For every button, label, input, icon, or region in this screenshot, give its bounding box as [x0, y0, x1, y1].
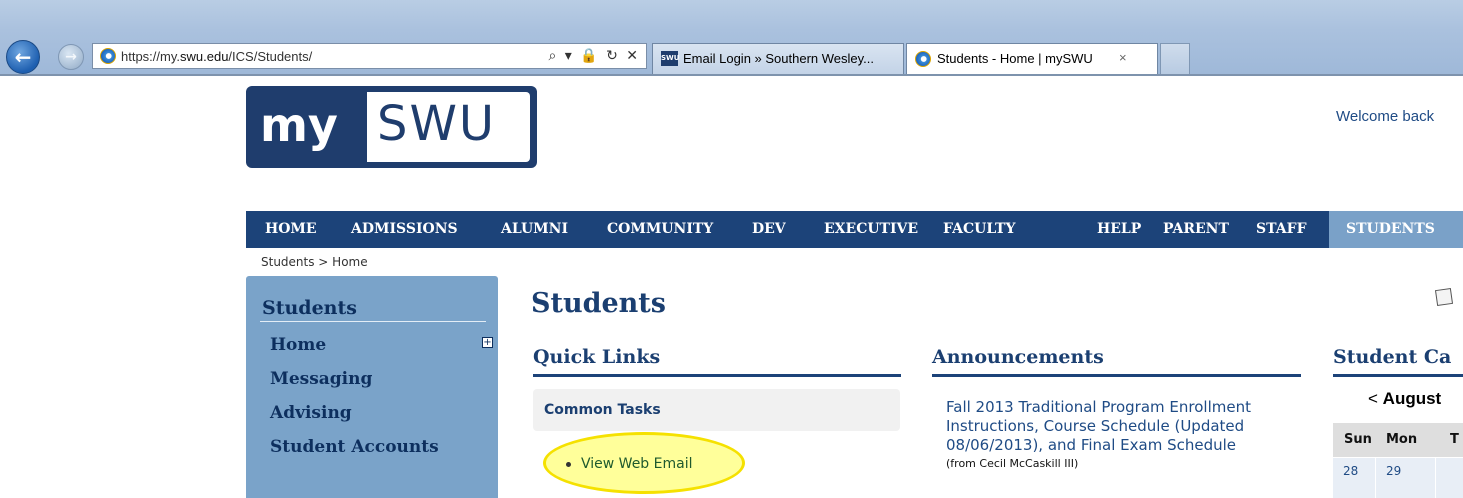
sidebar: Students Home + Messaging Advising Stude…	[246, 276, 498, 498]
sidebar-item-student-accounts[interactable]: Student Accounts	[270, 437, 439, 457]
calendar-cell-divider	[1375, 458, 1376, 498]
calendar-month: August	[1382, 389, 1442, 408]
address-bar[interactable]: https://my.swu.edu/ICS/Students/ ⌕ ▾ 🔒 ↻…	[92, 43, 647, 69]
nav-executive[interactable]: EXECUTIVE	[824, 221, 918, 237]
calendar-day-header: T	[1450, 432, 1459, 447]
calendar-month-nav: < August	[1368, 389, 1441, 409]
calendar-date[interactable]: 29	[1386, 464, 1401, 478]
calendar-heading: Student Ca	[1333, 346, 1452, 368]
nav-community[interactable]: COMMUNITY	[607, 221, 713, 237]
page-title: Students	[531, 288, 666, 319]
calendar-day-header: Mon	[1386, 432, 1418, 447]
address-url[interactable]: https://my.swu.edu/ICS/Students/	[121, 49, 312, 64]
nav-dev[interactable]: DEV	[752, 221, 786, 237]
calendar-prev-button[interactable]: <	[1368, 389, 1378, 408]
logo-swu-text: SWU	[377, 96, 497, 152]
myswu-logo[interactable]: my SWU	[246, 86, 537, 168]
sidebar-divider	[260, 321, 486, 322]
calendar-rule	[1333, 374, 1463, 377]
common-tasks-box: Common Tasks	[533, 389, 900, 431]
ie-favicon-icon	[915, 51, 931, 67]
edit-page-icon[interactable]	[1434, 287, 1454, 307]
forward-button[interactable]: →	[58, 44, 84, 70]
welcome-text: Welcome back	[1336, 108, 1435, 125]
nav-help[interactable]: HELP	[1097, 221, 1141, 237]
nav-home[interactable]: HOME	[265, 221, 317, 237]
quick-links-rule	[533, 374, 901, 377]
nav-faculty[interactable]: FACULTY	[943, 221, 1015, 237]
forward-arrow-icon: →	[65, 49, 77, 65]
calendar-date[interactable]: 28	[1343, 464, 1358, 478]
address-bar-actions-icons[interactable]: ⌕ ▾ 🔒 ↻ ✕	[548, 48, 640, 64]
logo-swu-box: SWU	[367, 92, 530, 162]
bullet-icon	[566, 461, 571, 467]
view-web-email-link[interactable]: View Web Email	[566, 456, 693, 472]
announcement-link[interactable]: Fall 2013 Traditional Program Enrollment…	[946, 398, 1286, 455]
announcements-heading: Announcements	[932, 346, 1104, 368]
calendar-cell-divider	[1435, 458, 1436, 498]
top-navigation: HOME ADMISSIONS ALUMNI COMMUNITY DEV EXE…	[246, 211, 1463, 248]
logo-my-text: my	[260, 98, 338, 152]
common-tasks-title: Common Tasks	[544, 402, 661, 418]
sidebar-item-home[interactable]: Home	[270, 335, 326, 355]
tab-label: Email Login » Southern Wesley...	[683, 51, 875, 66]
back-button[interactable]: ←	[6, 40, 40, 74]
nav-admissions[interactable]: ADMISSIONS	[351, 221, 458, 237]
toolbar-divider	[0, 74, 1463, 76]
tab-email-login[interactable]: SWU Email Login » Southern Wesley...	[652, 43, 904, 74]
sidebar-item-messaging[interactable]: Messaging	[270, 369, 372, 389]
sidebar-title[interactable]: Students	[262, 297, 357, 319]
new-tab-button[interactable]	[1160, 43, 1190, 74]
announcement-author: (from Cecil McCaskill III)	[946, 457, 1079, 470]
calendar-day-header: Sun	[1344, 432, 1372, 447]
expand-icon[interactable]: +	[482, 337, 493, 348]
calendar-week-row: 28 29	[1333, 458, 1463, 498]
nav-parent[interactable]: PARENT	[1163, 221, 1229, 237]
ie-page-icon	[100, 48, 116, 64]
url-domain: swu.edu	[180, 49, 229, 64]
quick-links-heading: Quick Links	[533, 346, 661, 368]
url-path: /ICS/Students/	[228, 49, 313, 64]
tab-close-icon[interactable]: ×	[1119, 50, 1127, 65]
nav-alumni[interactable]: ALUMNI	[501, 221, 568, 237]
swu-favicon-icon: SWU	[661, 51, 679, 66]
url-prefix: https://my.	[121, 49, 180, 64]
link-label: View Web Email	[581, 456, 693, 472]
sidebar-item-advising[interactable]: Advising	[270, 403, 352, 423]
nav-staff[interactable]: STAFF	[1256, 221, 1307, 237]
breadcrumb[interactable]: Students > Home	[261, 255, 368, 269]
back-arrow-icon: ←	[14, 45, 32, 69]
browser-toolbar: ← → https://my.swu.edu/ICS/Students/ ⌕ ▾…	[0, 0, 1463, 76]
nav-students[interactable]: STUDENTS	[1346, 221, 1435, 237]
tab-students-home[interactable]: Students - Home | mySWU ×	[906, 43, 1158, 74]
calendar-header-row: Sun Mon T	[1333, 423, 1463, 457]
tab-label: Students - Home | mySWU	[937, 51, 1093, 66]
announcements-rule	[932, 374, 1301, 377]
